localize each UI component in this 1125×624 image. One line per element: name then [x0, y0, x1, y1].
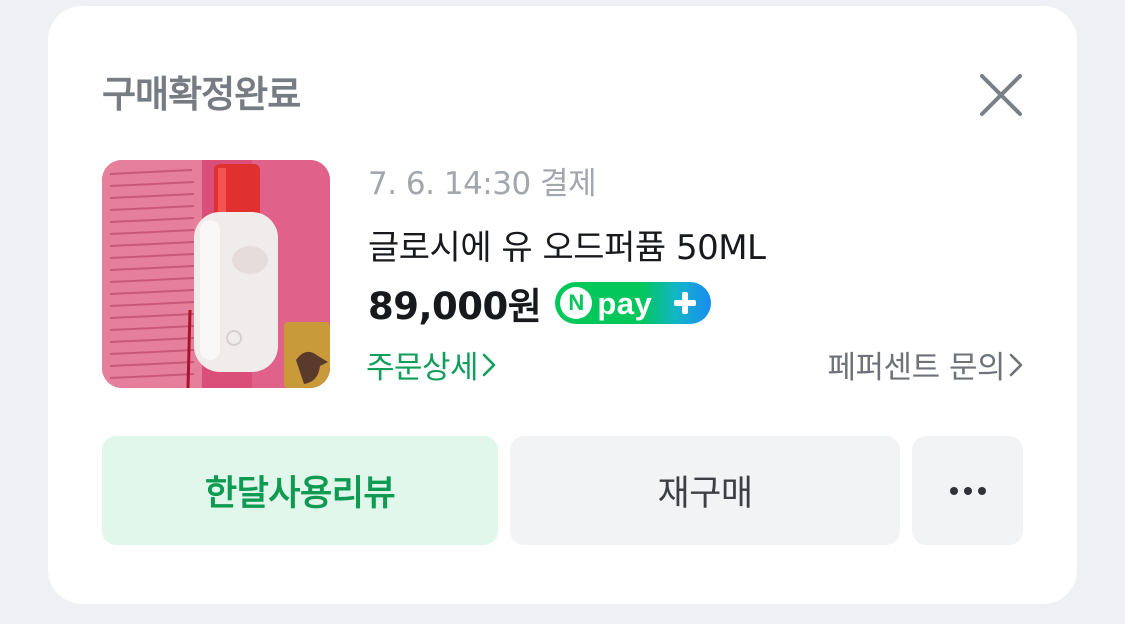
payment-datetime: 7. 6. 14:30 결제	[368, 166, 597, 202]
order-card: 구매확정완료 7. 6. 14:30 결제 글로시에 유 오드퍼퓸 50ML 8…	[48, 6, 1077, 604]
close-button[interactable]	[976, 70, 1026, 120]
product-image	[102, 160, 330, 388]
rebuy-button[interactable]: 재구매	[510, 436, 900, 545]
month-review-button[interactable]: 한달사용리뷰	[102, 436, 498, 545]
chevron-right-icon	[482, 353, 496, 376]
seller-inquiry-link[interactable]: 페퍼센트 문의	[828, 342, 1023, 387]
product-price: 89,000원	[368, 285, 542, 328]
product-name[interactable]: 글로시에 유 오드퍼퓸 50ML	[368, 220, 766, 269]
chevron-right-icon	[1009, 353, 1023, 376]
more-options-button[interactable]	[912, 436, 1023, 545]
seller-inquiry-label: 페퍼센트 문의	[827, 350, 1006, 386]
npay-label: pay	[597, 285, 653, 321]
close-icon	[980, 74, 1022, 116]
price-row: 89,000원 N pay	[368, 276, 712, 330]
plus-icon	[674, 292, 697, 314]
order-detail-label: 주문상세	[366, 350, 479, 386]
order-status-title: 구매확정완료	[102, 73, 301, 116]
more-dots-icon	[949, 486, 986, 495]
order-detail-link[interactable]: 주문상세	[366, 342, 496, 387]
product-thumbnail[interactable]	[102, 160, 330, 388]
npay-plus-badge: N pay	[555, 282, 712, 324]
npay-n-icon: N	[560, 287, 593, 319]
